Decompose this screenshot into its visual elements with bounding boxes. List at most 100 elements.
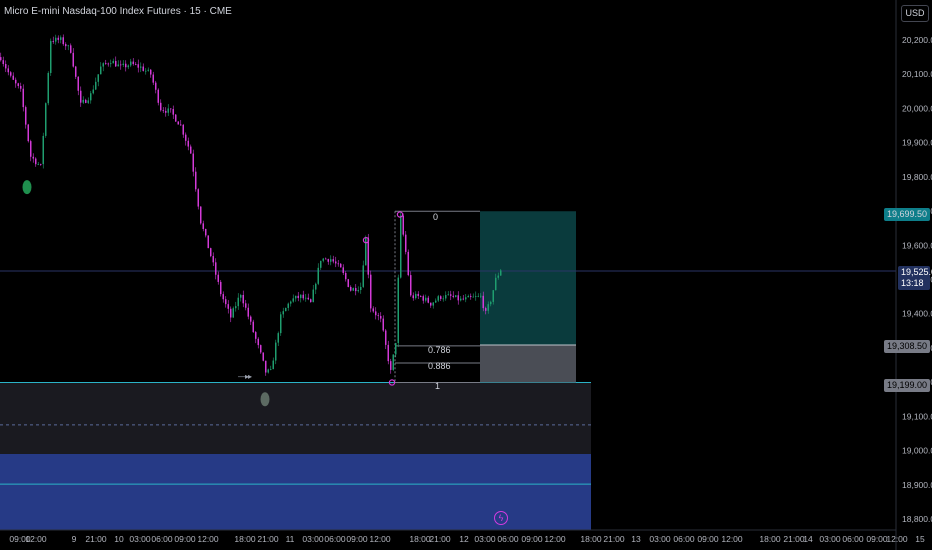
candle-body: [372, 308, 374, 312]
candle-body: [262, 352, 264, 361]
candle-body: [477, 295, 479, 297]
candle-body: [0, 57, 2, 61]
candle-body: [380, 316, 382, 319]
candle-body: [30, 141, 32, 157]
price-tick-label: 19,600.00: [902, 240, 932, 250]
candle-body: [72, 52, 74, 67]
time-tick-label: 14: [803, 534, 813, 544]
candle-body: [7, 68, 9, 73]
candle-body: [452, 295, 454, 297]
candle-body: [292, 298, 294, 302]
candle-body: [52, 41, 54, 42]
candle-body: [5, 64, 7, 69]
long-position-stop-zone: [480, 345, 576, 383]
candle-body: [60, 37, 62, 40]
candle-body: [57, 37, 59, 40]
candle-body: [317, 267, 319, 284]
candle-body: [70, 45, 72, 53]
currency-button[interactable]: USD: [901, 5, 929, 22]
candle-body: [95, 81, 97, 90]
fib-label-1: 1: [435, 381, 441, 391]
candle-body: [275, 342, 277, 361]
fast-forward-icon[interactable]: —▸▸: [238, 372, 252, 381]
candle-body: [360, 286, 362, 291]
candle-body: [192, 153, 194, 172]
candle-body: [307, 297, 309, 300]
candle-body: [320, 260, 322, 268]
swing-marker-gray: [260, 392, 270, 407]
candle-body: [455, 295, 457, 297]
time-tick-label: 09:00: [521, 534, 543, 544]
candle-body: [347, 279, 349, 287]
candle-body: [325, 258, 327, 260]
candle-body: [40, 163, 42, 165]
candle-body: [75, 66, 77, 77]
candle-body: [180, 124, 182, 126]
candle-body: [492, 290, 494, 302]
candle-body: [162, 110, 164, 112]
time-tick-label: 03:00: [302, 534, 324, 544]
candle-body: [22, 88, 24, 108]
candle-body: [147, 69, 149, 71]
candle-body: [392, 354, 394, 370]
demand-zone-dark: [0, 382, 591, 454]
candle-body: [257, 338, 259, 346]
fib-label-0: 0: [433, 212, 439, 222]
candle-body: [265, 360, 267, 373]
time-tick-label: 06:00: [842, 534, 864, 544]
candle-body: [472, 296, 474, 298]
time-tick-label: 09:00: [346, 534, 368, 544]
candle-body: [427, 297, 429, 303]
candle-body: [277, 333, 279, 343]
candle-body: [340, 263, 342, 268]
candle-body: [232, 308, 234, 318]
candle-body: [210, 248, 212, 257]
candle-body: [15, 79, 17, 84]
price-tag-target: 19,699.50: [883, 208, 930, 221]
candle-body: [137, 64, 139, 68]
candle-body: [432, 302, 434, 306]
candle-body: [175, 114, 177, 122]
chart-canvas[interactable]: 20,200.00 20,100.00 20,000.00 19,900.00 19,8…: [0, 0, 932, 550]
candle-body: [435, 300, 437, 303]
candle-body: [387, 344, 389, 362]
candle-body: [167, 108, 169, 113]
candle-body: [485, 308, 487, 311]
candle-body: [357, 290, 359, 292]
candle-body: [305, 297, 307, 299]
candle-body: [215, 262, 217, 275]
candle-body: [482, 295, 484, 309]
candle-body: [450, 294, 452, 296]
chart-title: Micro E-mini Nasdaq-100 Index Futures · …: [4, 6, 232, 17]
candle-body: [222, 294, 224, 300]
candle-body: [207, 235, 209, 249]
candle-body: [407, 251, 409, 276]
lightning-icon[interactable]: ϟ: [494, 511, 508, 525]
time-tick-label: 06:00: [151, 534, 173, 544]
candle-body: [327, 259, 329, 262]
long-position-target-zone: [480, 211, 576, 346]
time-tick-label: 18:00: [409, 534, 431, 544]
candle-body: [125, 63, 127, 68]
candle-body: [397, 277, 399, 343]
candle-body: [62, 37, 64, 45]
candle-body: [97, 74, 99, 82]
candle-body: [157, 89, 159, 103]
candle-body: [195, 171, 197, 190]
fib-label-0886: 0.886: [428, 361, 451, 371]
price-tick-label: 19,400.00: [902, 309, 932, 319]
time-tick-label: 03:00: [649, 534, 671, 544]
candle-body: [272, 360, 274, 370]
candle-body: [205, 228, 207, 236]
candle-body: [395, 342, 397, 355]
candle-body: [140, 66, 142, 68]
candle-body: [345, 272, 347, 280]
time-tick-label: 9: [72, 534, 77, 544]
candle-body: [55, 37, 57, 42]
candle-body: [315, 283, 317, 290]
candle-body: [405, 234, 407, 252]
candle-body: [12, 75, 14, 80]
time-tick-label: 06:00: [324, 534, 346, 544]
candle-body: [475, 296, 477, 297]
candle-body: [280, 314, 282, 334]
